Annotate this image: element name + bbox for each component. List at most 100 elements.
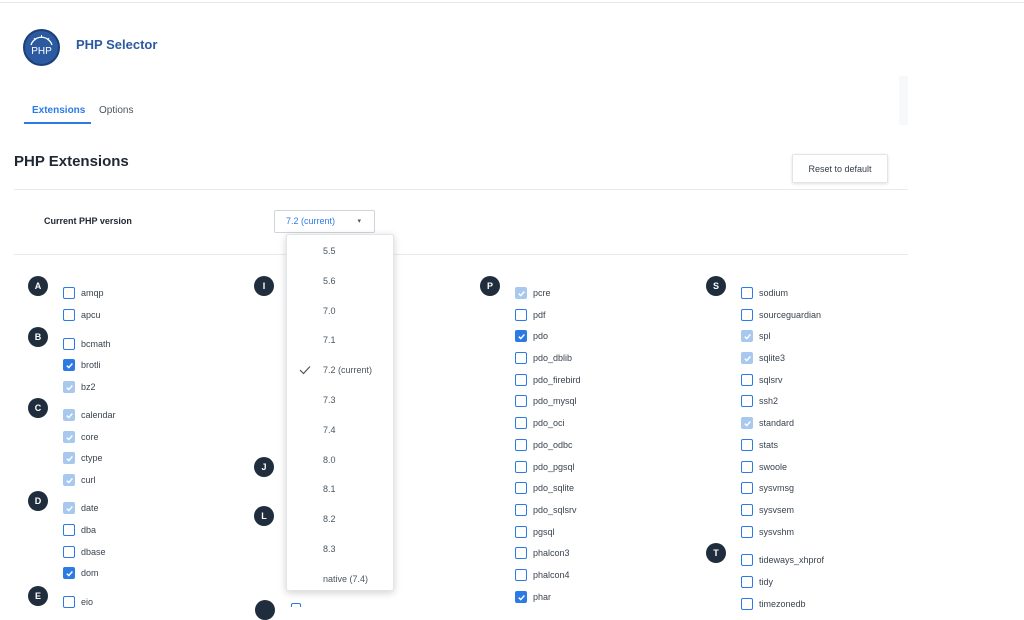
version-option[interactable]: 7.0: [287, 302, 395, 322]
version-option[interactable]: 5.5: [287, 242, 395, 262]
extension-checkbox[interactable]: [515, 330, 527, 342]
extension-sqlite3[interactable]: sqlite3: [741, 351, 785, 365]
extension-checkbox[interactable]: [741, 461, 753, 473]
extension-phar[interactable]: phar: [515, 590, 551, 604]
extension-checkbox[interactable]: [63, 309, 75, 321]
extension-swoole[interactable]: swoole: [741, 460, 787, 474]
extension-sourceguardian[interactable]: sourceguardian: [741, 308, 821, 322]
version-option[interactable]: 8.1: [287, 480, 395, 500]
extension-checkbox[interactable]: [515, 504, 527, 516]
extension-pdo-sqlite[interactable]: pdo_sqlite: [515, 481, 574, 495]
extension-checkbox[interactable]: [515, 439, 527, 451]
extension-bz2[interactable]: bz2: [63, 380, 96, 394]
extension-checkbox[interactable]: [741, 330, 753, 342]
extension-curl[interactable]: curl: [63, 473, 96, 487]
extension-checkbox[interactable]: [741, 287, 753, 299]
extension-checkbox[interactable]: [515, 526, 527, 538]
extension-tideways-xhprof[interactable]: tideways_xhprof: [741, 553, 824, 567]
extension-pdo-mysql[interactable]: pdo_mysql: [515, 394, 577, 408]
extension-tidy[interactable]: tidy: [741, 575, 773, 589]
php-version-select[interactable]: 7.2 (current) ▾: [274, 210, 375, 233]
extension-checkbox[interactable]: [63, 381, 75, 393]
extension-checkbox[interactable]: [741, 352, 753, 364]
extension-sodium[interactable]: sodium: [741, 286, 788, 300]
extension-stats[interactable]: stats: [741, 438, 778, 452]
extension-checkbox[interactable]: [515, 482, 527, 494]
version-option[interactable]: 7.3: [287, 391, 395, 411]
extension-checkbox[interactable]: [741, 309, 753, 321]
version-option[interactable]: 7.1: [287, 331, 395, 351]
extension-phalcon4[interactable]: phalcon4: [515, 568, 570, 582]
extension-checkbox-partial[interactable]: [291, 603, 301, 607]
extension-checkbox[interactable]: [63, 409, 75, 421]
version-option[interactable]: native (7.4): [287, 570, 395, 590]
extension-checkbox[interactable]: [515, 417, 527, 429]
extension-core[interactable]: core: [63, 430, 99, 444]
extension-dom[interactable]: dom: [63, 566, 99, 580]
extension-pdo-odbc[interactable]: pdo_odbc: [515, 438, 573, 452]
extension-checkbox[interactable]: [63, 338, 75, 350]
extension-checkbox[interactable]: [63, 474, 75, 486]
extension-ssh2[interactable]: ssh2: [741, 394, 778, 408]
extension-checkbox[interactable]: [741, 482, 753, 494]
extension-checkbox[interactable]: [515, 547, 527, 559]
extension-pgsql[interactable]: pgsql: [515, 525, 555, 539]
version-option[interactable]: 7.4: [287, 421, 395, 441]
extension-standard[interactable]: standard: [741, 416, 794, 430]
extension-checkbox[interactable]: [741, 374, 753, 386]
extension-phalcon3[interactable]: phalcon3: [515, 546, 570, 560]
reset-to-default-button[interactable]: Reset to default: [792, 154, 888, 183]
extension-ctype[interactable]: ctype: [63, 451, 103, 465]
extension-checkbox[interactable]: [63, 359, 75, 371]
extension-pdo-firebird[interactable]: pdo_firebird: [515, 373, 581, 387]
extension-checkbox[interactable]: [741, 504, 753, 516]
version-option[interactable]: 8.0: [287, 451, 395, 471]
extension-dba[interactable]: dba: [63, 523, 96, 537]
extension-checkbox[interactable]: [741, 439, 753, 451]
extension-checkbox[interactable]: [515, 395, 527, 407]
extension-pdo-oci[interactable]: pdo_oci: [515, 416, 565, 430]
extension-pdo-dblib[interactable]: pdo_dblib: [515, 351, 572, 365]
extension-calendar[interactable]: calendar: [63, 408, 116, 422]
version-option[interactable]: 8.2: [287, 510, 395, 530]
extension-checkbox[interactable]: [515, 287, 527, 299]
extension-sysvshm[interactable]: sysvshm: [741, 525, 794, 539]
extension-checkbox[interactable]: [63, 431, 75, 443]
extension-sqlsrv[interactable]: sqlsrv: [741, 373, 783, 387]
extension-dbase[interactable]: dbase: [63, 545, 106, 559]
extension-checkbox[interactable]: [515, 352, 527, 364]
extension-checkbox[interactable]: [63, 567, 75, 579]
extension-amqp[interactable]: amqp: [63, 286, 104, 300]
tab-options[interactable]: Options: [99, 105, 133, 116]
extension-checkbox[interactable]: [63, 524, 75, 536]
extension-checkbox[interactable]: [515, 461, 527, 473]
tab-extensions[interactable]: Extensions: [32, 105, 85, 116]
version-option[interactable]: 5.6: [287, 272, 395, 292]
extension-sysvmsg[interactable]: sysvmsg: [741, 481, 794, 495]
extension-checkbox[interactable]: [515, 591, 527, 603]
extension-checkbox[interactable]: [741, 598, 753, 610]
extension-checkbox[interactable]: [741, 554, 753, 566]
extension-checkbox[interactable]: [515, 374, 527, 386]
extension-apcu[interactable]: apcu: [63, 308, 101, 322]
extension-pcre[interactable]: pcre: [515, 286, 551, 300]
extension-bcmath[interactable]: bcmath: [63, 337, 111, 351]
extension-brotli[interactable]: brotli: [63, 358, 101, 372]
extension-date[interactable]: date: [63, 501, 99, 515]
extension-sysvsem[interactable]: sysvsem: [741, 503, 794, 517]
extension-pdo[interactable]: pdo: [515, 329, 548, 343]
extension-checkbox[interactable]: [741, 417, 753, 429]
extension-timezonedb[interactable]: timezonedb: [741, 597, 806, 611]
extension-pdo-sqlsrv[interactable]: pdo_sqlsrv: [515, 503, 577, 517]
extension-checkbox[interactable]: [63, 502, 75, 514]
extension-checkbox[interactable]: [63, 546, 75, 558]
extension-pdf[interactable]: pdf: [515, 308, 546, 322]
extension-checkbox[interactable]: [63, 452, 75, 464]
extension-checkbox[interactable]: [515, 309, 527, 321]
extension-checkbox[interactable]: [63, 287, 75, 299]
extension-checkbox[interactable]: [741, 395, 753, 407]
extension-spl[interactable]: spl: [741, 329, 771, 343]
extension-checkbox[interactable]: [63, 596, 75, 608]
extension-checkbox[interactable]: [515, 569, 527, 581]
extension-checkbox[interactable]: [741, 526, 753, 538]
